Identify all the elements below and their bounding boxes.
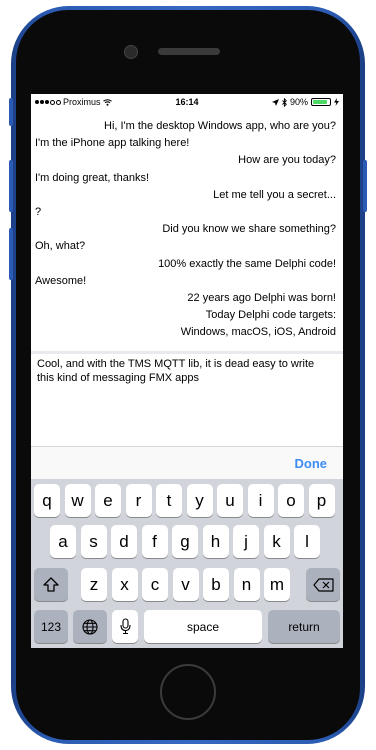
message-received: Windows, macOS, iOS, Android <box>180 326 336 339</box>
keyboard: 123 space return qwertyuiop asdfghjkl zxcv… <box>31 479 343 648</box>
key-y[interactable]: y <box>186 484 213 517</box>
key-f[interactable]: f <box>141 525 168 558</box>
globe-key[interactable] <box>73 610 107 643</box>
battery-icon <box>311 98 331 106</box>
keyboard-accessory-bar: Done <box>31 446 343 479</box>
key-k[interactable]: k <box>263 525 290 558</box>
key-n[interactable]: n <box>233 568 260 601</box>
key-u[interactable]: u <box>217 484 243 517</box>
message-sent: Awesome! <box>35 274 87 287</box>
key-z[interactable]: z <box>81 568 107 601</box>
screen: Proximus 16:14 90% Hi, I'm the desktop W… <box>31 94 343 648</box>
key-x[interactable]: x <box>111 568 138 601</box>
message-received: How are you today? <box>238 154 336 167</box>
space-key[interactable]: space <box>144 610 262 643</box>
shift-key[interactable] <box>34 568 68 601</box>
message-sent: ? <box>35 206 42 219</box>
divider <box>31 351 343 354</box>
key-p[interactable]: p <box>308 484 335 517</box>
key-m[interactable]: m <box>264 568 290 601</box>
battery-percent: 90% <box>289 97 308 107</box>
message-received: Today Delphi code targets: <box>205 309 336 322</box>
charging-bolt-icon <box>334 98 339 106</box>
message-received: Did you know we share something? <box>162 223 336 236</box>
message-received: 100% exactly the same Delphi code! <box>158 257 336 270</box>
front-camera <box>124 45 138 59</box>
shift-icon <box>43 577 59 592</box>
status-bar: Proximus 16:14 90% <box>31 94 343 110</box>
numbers-key[interactable]: 123 <box>34 610 68 643</box>
message-list[interactable]: Hi, I'm the desktop Windows app, who are… <box>35 118 336 352</box>
microphone-icon <box>119 618 131 635</box>
power-button <box>363 160 367 212</box>
message-sent: I'm doing great, thanks! <box>35 171 149 184</box>
volume-up-button <box>9 160 13 212</box>
earpiece-speaker <box>158 48 220 55</box>
key-i[interactable]: i <box>247 484 274 517</box>
key-d[interactable]: d <box>111 525 137 558</box>
key-a[interactable]: a <box>50 525 76 558</box>
message-received: Let me tell you a secret... <box>213 188 336 201</box>
location-arrow-icon <box>271 98 279 106</box>
key-b[interactable]: b <box>203 568 229 601</box>
key-j[interactable]: j <box>233 525 259 558</box>
message-received: Hi, I'm the desktop Windows app, who are… <box>104 120 336 132</box>
key-c[interactable]: c <box>142 568 168 601</box>
backspace-icon <box>312 577 334 592</box>
done-button[interactable]: Done <box>295 456 328 471</box>
key-l[interactable]: l <box>294 525 320 558</box>
message-sent: I'm the iPhone app talking here! <box>35 137 190 150</box>
key-o[interactable]: o <box>278 484 304 517</box>
volume-down-button <box>9 228 13 280</box>
delete-key[interactable] <box>306 568 340 601</box>
return-key[interactable]: return <box>268 610 340 643</box>
key-t[interactable]: t <box>156 484 182 517</box>
key-s[interactable]: s <box>80 525 107 558</box>
key-g[interactable]: g <box>172 525 198 558</box>
key-e[interactable]: e <box>95 484 121 517</box>
bluetooth-icon <box>282 97 287 107</box>
key-h[interactable]: h <box>202 525 229 558</box>
globe-icon <box>82 618 98 635</box>
mute-switch <box>9 98 13 126</box>
status-right: 90% <box>271 97 339 107</box>
home-button[interactable] <box>160 664 216 720</box>
message-input[interactable]: Cool, and with the TMS MQTT lib, it is d… <box>37 357 333 385</box>
key-q[interactable]: q <box>34 484 60 517</box>
dictation-key[interactable] <box>112 610 138 643</box>
key-v[interactable]: v <box>172 568 199 601</box>
message-sent: Oh, what? <box>35 240 86 253</box>
key-r[interactable]: r <box>125 484 152 517</box>
message-received: 22 years ago Delphi was born! <box>187 292 336 305</box>
key-w[interactable]: w <box>64 484 91 517</box>
